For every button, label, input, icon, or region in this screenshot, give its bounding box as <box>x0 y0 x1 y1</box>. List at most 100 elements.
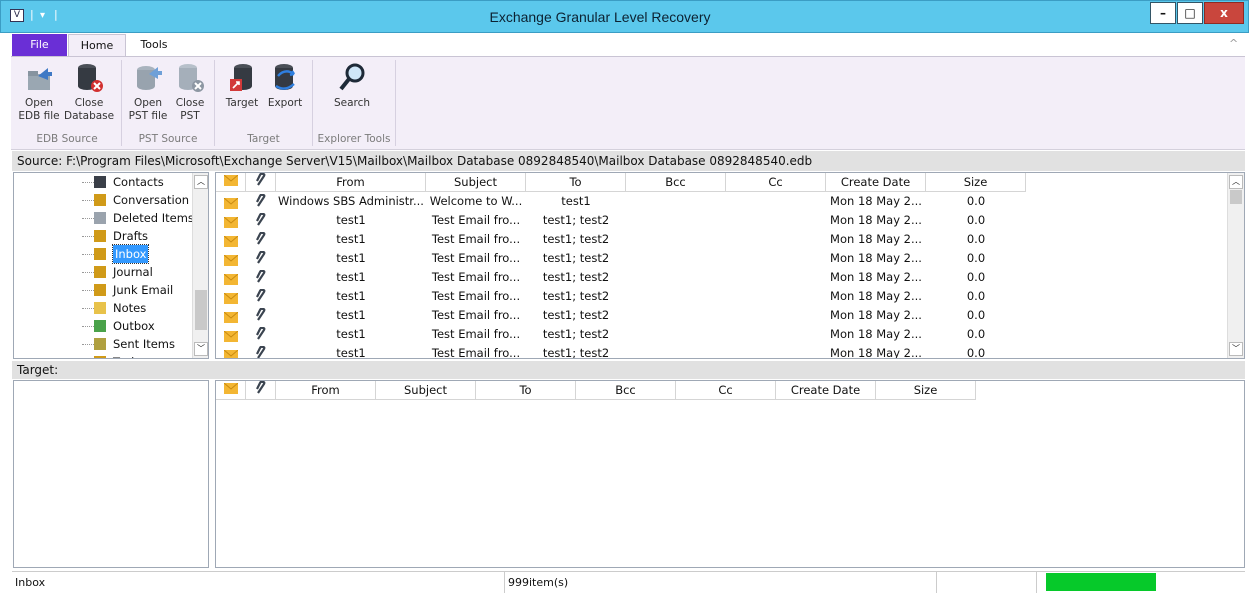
tree-item-sent-items[interactable]: Sent Items <box>14 335 194 353</box>
table-row[interactable]: test1 Test Email fro... test1; test2 Mon 18… <box>216 249 1226 268</box>
cell-to: test1 <box>561 194 591 208</box>
tree-item-label: Tasks <box>113 353 144 358</box>
table-row[interactable]: test1 Test Email fro... test1; test2 Mon 18… <box>216 287 1226 306</box>
scroll-thumb[interactable] <box>195 290 207 330</box>
scroll-up-icon[interactable]: ︿ <box>1229 175 1243 189</box>
column-header-size[interactable]: Size <box>876 381 976 400</box>
tree-item-deleted-items[interactable]: Deleted Items <box>14 209 194 227</box>
export-button[interactable]: Export <box>264 62 306 110</box>
cell-size: 0.0 <box>966 194 986 208</box>
cell-bcc <box>626 192 726 211</box>
tree-item-tasks[interactable]: Tasks <box>14 353 194 358</box>
column-header-subject[interactable]: Subject <box>376 381 476 400</box>
target-button[interactable]: Target <box>222 62 262 110</box>
tree-connector <box>82 326 94 327</box>
close-pst-button[interactable]: Close PST <box>172 62 208 123</box>
tree-item-notes[interactable]: Notes <box>14 299 194 317</box>
progress-bar <box>1046 573 1156 591</box>
maximize-button[interactable]: □ <box>1177 2 1203 24</box>
scroll-down-icon[interactable]: ﹀ <box>194 342 208 356</box>
tree-scrollbar[interactable]: ︿ ﹀ <box>192 173 208 358</box>
tab-tools[interactable]: Tools <box>128 34 180 56</box>
folder-icon <box>94 284 106 296</box>
cell-cc <box>726 287 826 306</box>
attachment-column-header-icon[interactable] <box>246 173 276 192</box>
tree-item-label: Notes <box>113 301 147 315</box>
ribbon-collapse-icon[interactable]: ^ <box>1229 37 1238 50</box>
grid-scrollbar[interactable]: ︿ ﹀ <box>1227 173 1244 358</box>
table-row[interactable]: test1 Test Email fro... test1; test2 Mon 18… <box>216 325 1226 344</box>
column-header-create-date[interactable]: Create Date <box>826 173 926 192</box>
cell-from: Windows SBS Administr... <box>278 194 424 208</box>
attachment-icon <box>256 346 266 358</box>
minimize-button[interactable]: – <box>1150 2 1176 24</box>
cell-date: Mon 18 May 2... <box>830 194 922 208</box>
cell-cc <box>726 211 826 230</box>
tab-file[interactable]: File <box>12 34 67 56</box>
scroll-thumb[interactable] <box>1230 190 1242 204</box>
column-header-subject[interactable]: Subject <box>426 173 526 192</box>
table-row[interactable]: test1 Test Email fro... test1; test2 Mon 18… <box>216 344 1226 358</box>
table-row[interactable]: test1 Test Email fro... test1; test2 Mon 18… <box>216 230 1226 249</box>
database-close-icon <box>78 64 103 92</box>
column-header-from[interactable]: From <box>276 173 426 192</box>
cell-cc <box>726 344 826 358</box>
tree-item-drafts[interactable]: Drafts <box>14 227 194 245</box>
tree-connector <box>82 344 94 345</box>
search-label: Search <box>333 97 371 109</box>
envelope-column-header-icon[interactable] <box>216 381 246 400</box>
column-header-bcc[interactable]: Bcc <box>626 173 726 192</box>
scroll-up-icon[interactable]: ︿ <box>194 175 208 189</box>
cell-date: Mon 18 May 2... <box>830 289 922 303</box>
cell-bcc <box>626 249 726 268</box>
cell-subject: Test Email fro... <box>431 308 521 322</box>
search-button[interactable]: Search <box>330 62 374 110</box>
column-header-cc[interactable]: Cc <box>726 173 826 192</box>
table-row[interactable]: test1 Test Email fro... test1; test2 Mon 18… <box>216 268 1226 287</box>
tree-item-conversation-a[interactable]: Conversation A <box>14 191 201 209</box>
status-empty <box>937 572 1037 593</box>
table-row[interactable]: test1 Test Email fro... test1; test2 Mon 18… <box>216 306 1226 325</box>
tree-connector <box>82 200 94 201</box>
scroll-down-icon[interactable]: ﹀ <box>1229 342 1243 356</box>
cell-subject: Test Email fro... <box>431 213 521 227</box>
tree-item-journal[interactable]: Journal <box>14 263 194 281</box>
tree-item-label: Junk Email <box>113 283 174 297</box>
cell-size: 0.0 <box>966 213 986 227</box>
tab-home[interactable]: Home <box>68 34 126 57</box>
cell-to: test1; test2 <box>542 327 610 341</box>
column-header-cc[interactable]: Cc <box>676 381 776 400</box>
folder-tree[interactable]: Contacts Conversation A Deleted Items Draft… <box>13 172 209 359</box>
column-header-to[interactable]: To <box>526 173 626 192</box>
tree-item-junk-email[interactable]: Junk Email <box>14 281 194 299</box>
open-pst-button[interactable]: Open PST file <box>126 62 170 123</box>
folder-icon <box>94 176 106 188</box>
status-folder: Inbox <box>12 572 505 593</box>
table-row[interactable]: Windows SBS Administr... Welcome to W... t… <box>216 192 1226 211</box>
tree-item-outbox[interactable]: Outbox <box>14 317 194 335</box>
message-grid[interactable]: From Subject To Bcc Cc Create Date Size Windows… <box>215 172 1245 359</box>
column-header-create-date[interactable]: Create Date <box>776 381 876 400</box>
column-header-to[interactable]: To <box>476 381 576 400</box>
tree-item-inbox[interactable]: Inbox <box>14 244 194 264</box>
table-row[interactable]: test1 Test Email fro... test1; test2 Mon 18… <box>216 211 1226 230</box>
folder-icon <box>94 266 106 278</box>
target-tree[interactable] <box>13 380 209 568</box>
cell-cc <box>726 325 826 344</box>
attachment-column-header-icon[interactable] <box>246 380 276 400</box>
tree-item-contacts[interactable]: Contacts <box>14 173 194 191</box>
close-icon: x <box>1220 6 1228 20</box>
open-edb-label-2: EDB file <box>18 110 60 122</box>
target-grid[interactable]: From Subject To Bcc Cc Create Date Size <box>215 380 1245 568</box>
column-header-size[interactable]: Size <box>926 173 1026 192</box>
close-database-button[interactable]: Close Database <box>64 62 114 123</box>
export-label: Export <box>267 97 303 109</box>
envelope-column-header-icon[interactable] <box>216 173 246 192</box>
cell-from: test1 <box>336 251 366 265</box>
open-edb-button[interactable]: Open EDB file <box>17 62 61 123</box>
close-button[interactable]: x <box>1204 2 1244 24</box>
ribbon-tab-row <box>0 33 1249 56</box>
column-header-from[interactable]: From <box>276 381 376 400</box>
column-header-bcc[interactable]: Bcc <box>576 381 676 400</box>
cell-cc <box>726 249 826 268</box>
